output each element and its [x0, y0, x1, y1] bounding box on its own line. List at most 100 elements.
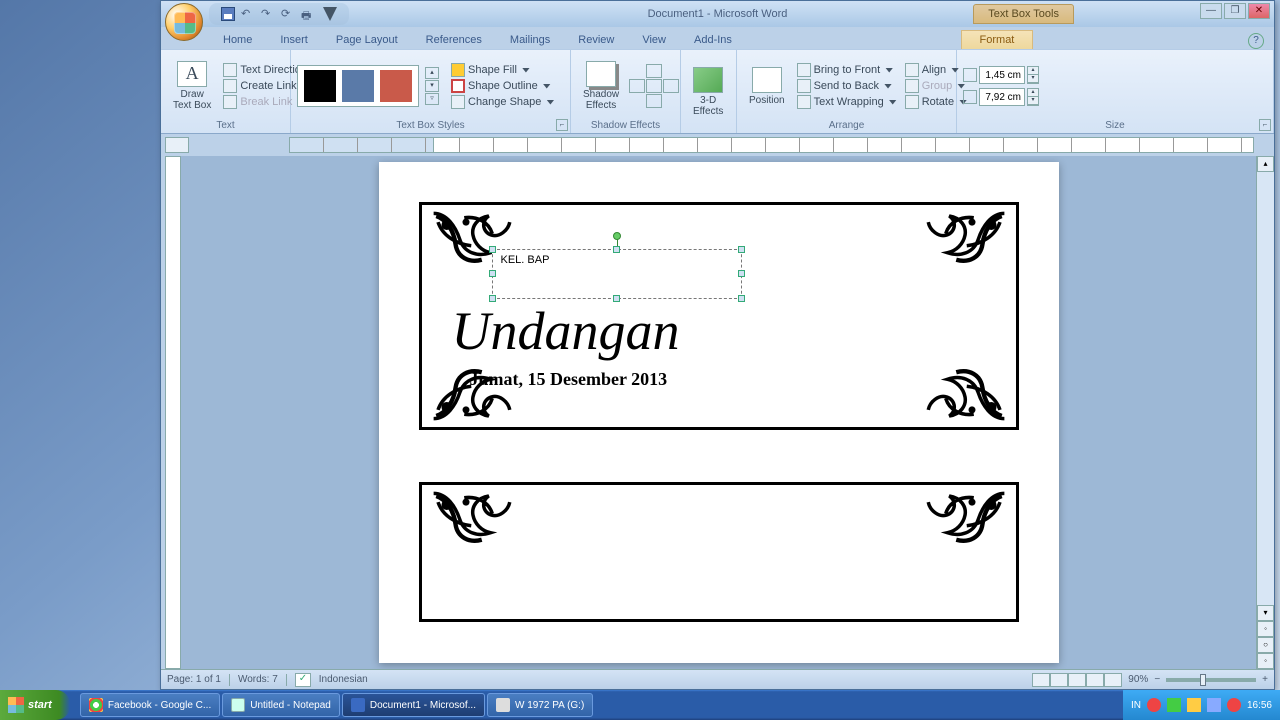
resize-handle[interactable]	[738, 246, 745, 253]
tab-format[interactable]: Format	[961, 30, 1034, 49]
group-label-3d	[687, 131, 730, 132]
browse-object-icon[interactable]: ○	[1257, 637, 1274, 653]
nudge-right[interactable]	[663, 79, 679, 93]
group-label-text: Text	[167, 120, 284, 132]
shape-fill-button[interactable]: Shape Fill	[449, 63, 556, 77]
bring-to-front-button[interactable]: Bring to Front	[795, 63, 899, 77]
print-layout-view[interactable]	[1032, 673, 1050, 687]
nudge-left[interactable]	[629, 79, 645, 93]
language-icon[interactable]: IN	[1131, 700, 1141, 711]
resize-handle[interactable]	[738, 270, 745, 277]
size-dialog-launcher[interactable]: ⌐	[1259, 119, 1271, 131]
zoom-level[interactable]: 90%	[1128, 674, 1148, 685]
nudge-down[interactable]	[646, 94, 662, 108]
clock[interactable]: 16:56	[1247, 700, 1272, 711]
spellcheck-icon[interactable]	[295, 673, 311, 687]
shadow-effects-button[interactable]: Shadow Effects	[577, 54, 625, 118]
tab-view[interactable]: View	[628, 31, 680, 49]
vertical-scrollbar[interactable]: ▴ ▾ ◦ ○ ◦	[1256, 156, 1274, 669]
tray-icon[interactable]	[1187, 698, 1201, 712]
nudge-up[interactable]	[646, 64, 662, 78]
send-to-back-button[interactable]: Send to Back	[795, 79, 899, 93]
language-indicator[interactable]: Indonesian	[319, 674, 368, 685]
cube-icon	[693, 67, 723, 93]
redo-icon[interactable]: ↷	[261, 7, 275, 21]
style-swatch-blue[interactable]	[342, 70, 374, 102]
gallery-up-icon[interactable]: ▴	[425, 67, 439, 79]
draft-view[interactable]	[1104, 673, 1122, 687]
resize-handle[interactable]	[613, 246, 620, 253]
height-input[interactable]	[979, 66, 1025, 84]
zoom-out-button[interactable]: −	[1154, 674, 1160, 685]
shape-outline-button[interactable]: Shape Outline	[449, 79, 556, 93]
invitation-title: Undangan	[452, 300, 680, 362]
3d-effects-button[interactable]: 3-D Effects	[687, 60, 729, 124]
resize-handle[interactable]	[738, 295, 745, 302]
qat-dropdown-icon[interactable]	[323, 7, 337, 21]
rotate-handle[interactable]	[613, 232, 621, 240]
tray-icon[interactable]	[1167, 698, 1181, 712]
view-buttons	[1032, 673, 1122, 687]
web-layout-view[interactable]	[1068, 673, 1086, 687]
tab-insert[interactable]: Insert	[266, 31, 322, 49]
restore-button[interactable]: ❐	[1224, 3, 1246, 19]
ruler-corner[interactable]	[165, 137, 189, 153]
taskbar-item[interactable]: Document1 - Microsof...	[342, 693, 485, 717]
next-page-icon[interactable]: ◦	[1257, 653, 1274, 669]
contextual-tools-title: Text Box Tools	[973, 4, 1074, 24]
gallery-down-icon[interactable]: ▾	[425, 80, 439, 92]
prev-page-icon[interactable]: ◦	[1257, 621, 1274, 637]
tab-review[interactable]: Review	[564, 31, 628, 49]
width-icon	[963, 90, 977, 104]
resize-handle[interactable]	[489, 246, 496, 253]
zoom-slider[interactable]	[1166, 678, 1256, 682]
vertical-ruler[interactable]	[165, 156, 181, 669]
text-wrapping-button[interactable]: Text Wrapping	[795, 95, 899, 109]
taskbar-item[interactable]: W 1972 PA (G:)	[487, 693, 593, 717]
resize-handle[interactable]	[489, 270, 496, 277]
office-button[interactable]	[165, 3, 203, 41]
text-box-style-gallery[interactable]	[297, 65, 419, 107]
style-swatch-black[interactable]	[304, 70, 336, 102]
tab-references[interactable]: References	[412, 31, 496, 49]
save-icon[interactable]	[221, 7, 235, 21]
styles-dialog-launcher[interactable]: ⌐	[556, 119, 568, 131]
tray-icon[interactable]	[1207, 698, 1221, 712]
horizontal-ruler[interactable]	[289, 137, 1254, 153]
page-indicator[interactable]: Page: 1 of 1	[167, 674, 221, 685]
help-icon[interactable]: ?	[1248, 33, 1264, 49]
tab-home[interactable]: Home	[209, 31, 266, 49]
textbox-content[interactable]: KEL. BAP	[501, 254, 550, 266]
width-spinner[interactable]: ▴▾	[1027, 88, 1039, 106]
nudge-center[interactable]	[646, 79, 662, 93]
height-spinner[interactable]: ▴▾	[1027, 66, 1039, 84]
print-preview-icon[interactable]: 🖶	[301, 7, 315, 21]
selected-text-box[interactable]: KEL. BAP	[492, 249, 742, 299]
scroll-up-icon[interactable]: ▴	[1257, 156, 1274, 172]
taskbar-item[interactable]: Facebook - Google C...	[80, 693, 220, 717]
shadow-icon	[586, 61, 616, 87]
undo-icon[interactable]: ↶	[241, 7, 255, 21]
position-button[interactable]: Position	[743, 54, 791, 118]
start-button[interactable]: start	[0, 690, 70, 720]
word-count[interactable]: Words: 7	[238, 674, 278, 685]
change-shape-button[interactable]: Change Shape	[449, 95, 556, 109]
sync-icon[interactable]: ⟳	[281, 7, 295, 21]
scroll-down-icon[interactable]: ▾	[1257, 605, 1274, 621]
style-swatch-red[interactable]	[380, 70, 412, 102]
close-button[interactable]: ✕	[1248, 3, 1270, 19]
gallery-more-icon[interactable]: ▿	[425, 93, 439, 105]
zoom-in-button[interactable]: +	[1262, 674, 1268, 685]
tray-icon[interactable]	[1147, 698, 1161, 712]
minimize-button[interactable]: —	[1200, 3, 1222, 19]
draw-text-box-button[interactable]: A Draw Text Box	[167, 54, 217, 118]
tab-mailings[interactable]: Mailings	[496, 31, 564, 49]
tab-page-layout[interactable]: Page Layout	[322, 31, 412, 49]
width-input[interactable]	[979, 88, 1025, 106]
tab-add-ins[interactable]: Add-Ins	[680, 31, 746, 49]
canvas[interactable]: KEL. BAP Undangan Jumat, 15 Desember 201…	[181, 156, 1256, 669]
outline-view[interactable]	[1086, 673, 1104, 687]
tray-icon[interactable]	[1227, 698, 1241, 712]
full-screen-view[interactable]	[1050, 673, 1068, 687]
taskbar-item[interactable]: Untitled - Notepad	[222, 693, 340, 717]
